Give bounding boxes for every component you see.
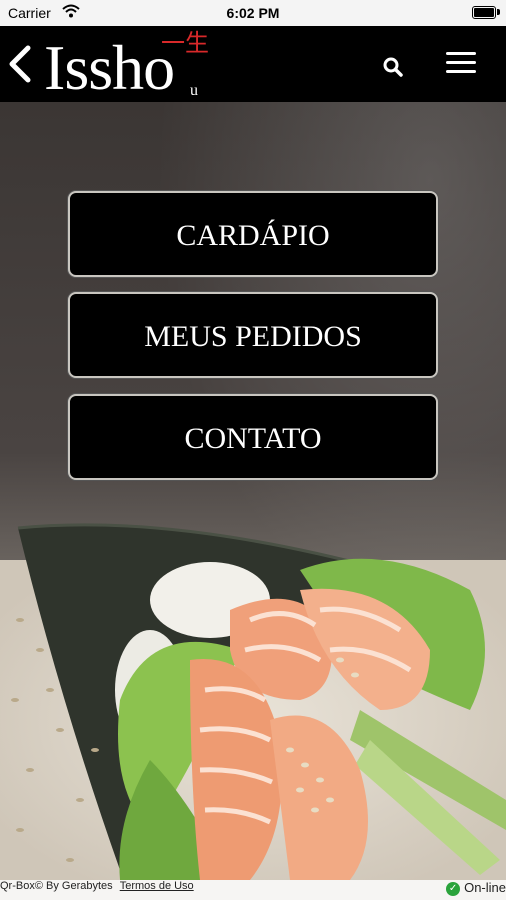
check-circle-icon: ✓ (446, 881, 461, 896)
battery-tip (497, 9, 500, 15)
search-icon[interactable] (382, 56, 404, 78)
clock: 6:02 PM (226, 5, 280, 21)
meus-pedidos-button[interactable]: MEUS PEDIDOS (68, 292, 438, 378)
battery-icon (472, 6, 496, 19)
online-status: ✓ On-line (446, 880, 506, 896)
hamburger-menu-icon[interactable] (446, 52, 476, 74)
online-label: On-line (464, 880, 506, 895)
temaki-image (0, 523, 506, 880)
cardapio-button[interactable]: CARDÁPIO (68, 191, 438, 277)
contato-button[interactable]: CONTATO (68, 394, 438, 480)
chevron-left-icon[interactable] (6, 44, 34, 84)
credit-text: Qr-Box© By Gerabytes (0, 880, 113, 892)
terms-link[interactable]: Termos de Uso (120, 880, 194, 892)
logo-kanji: 一生 (161, 30, 209, 57)
footer: Qr-Box© By Gerabytes Termos de Uso ✓ On-l… (0, 880, 506, 900)
logo-text: Issho (44, 32, 175, 103)
status-bar: Carrier 6:02 PM (0, 0, 506, 26)
footer-credit: Qr-Box© By Gerabytes Termos de Uso (0, 880, 194, 892)
app-header: Issho 一生 u (0, 26, 506, 102)
logo-suffix: u (190, 82, 198, 99)
